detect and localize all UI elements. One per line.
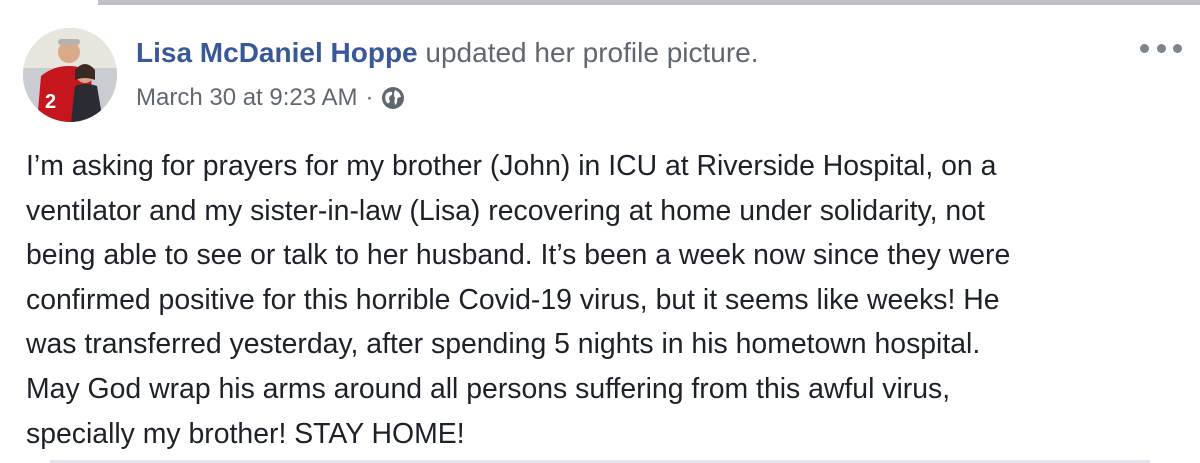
author-name[interactable]: Lisa McDaniel Hoppe (136, 37, 418, 68)
post-body-line: was transferred yesterday, after spendin… (26, 328, 981, 361)
post-meta: March 30 at 9:23 AM · (136, 83, 405, 113)
more-options-icon[interactable] (1140, 38, 1182, 58)
post-header: Lisa McDaniel Hoppe updated her profile … (136, 36, 759, 70)
avatar-image: 2 (23, 28, 117, 122)
more-dot (1140, 43, 1149, 53)
more-dot (1173, 43, 1182, 53)
post-body: I’m asking for prayers for my brother (J… (26, 144, 1186, 456)
post-timestamp[interactable]: March 30 at 9:23 AM (136, 83, 357, 113)
svg-text:2: 2 (45, 91, 56, 113)
avatar[interactable]: 2 (23, 28, 117, 122)
globe-icon[interactable] (381, 86, 405, 110)
post-body-line: ventilator and my sister-in-law (Lisa) r… (26, 194, 985, 227)
post-body-line: May God wrap his arms around all persons… (26, 372, 951, 405)
more-dot (1156, 43, 1166, 53)
post-body-line: confirmed positive for this horrible Cov… (26, 283, 1000, 316)
facebook-post: 2 Lisa McDaniel Hoppe updated her profil… (0, 0, 1200, 463)
post-body-line: specially my brother! STAY HOME! (26, 417, 465, 450)
post-action: updated her profile picture. (425, 37, 759, 68)
post-body-line: I’m asking for prayers for my brother (J… (26, 150, 997, 182)
meta-separator: · (365, 84, 374, 111)
post-body-line: being able to see or talk to her husband… (26, 239, 1011, 272)
